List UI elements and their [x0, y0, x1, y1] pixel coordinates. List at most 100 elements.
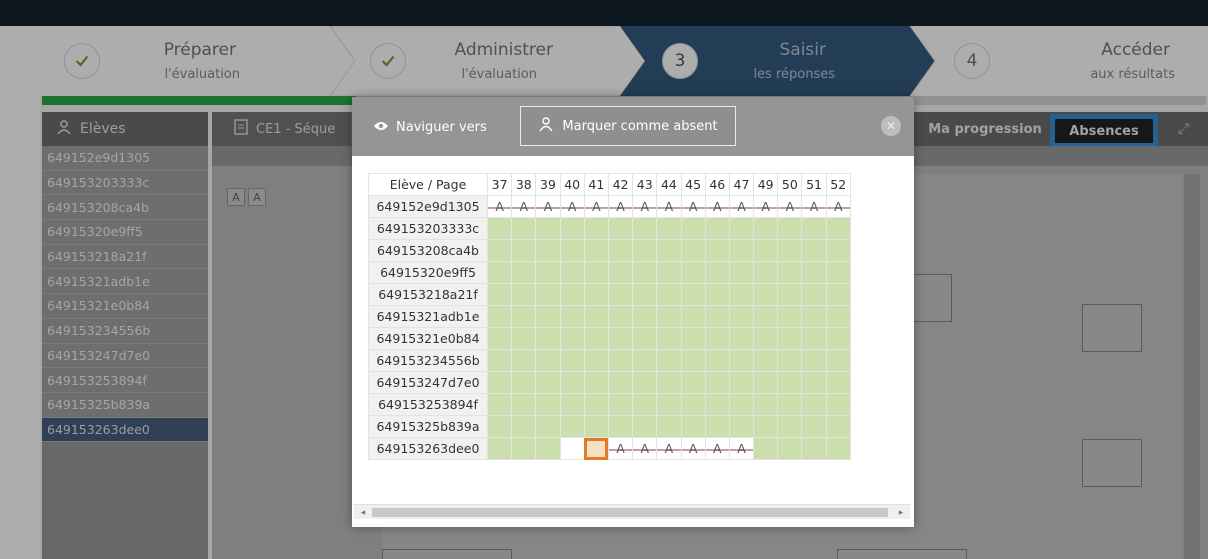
- grid-cell-present[interactable]: [632, 415, 658, 438]
- grid-cell-present[interactable]: [486, 327, 513, 350]
- grid-cell-present[interactable]: [486, 239, 513, 262]
- grid-cell-present[interactable]: [825, 217, 851, 240]
- grid-cell-present[interactable]: [753, 437, 779, 460]
- grid-cell-present[interactable]: [704, 305, 730, 328]
- grid-cell-absent[interactable]: A: [680, 195, 706, 218]
- grid-cell-present[interactable]: [753, 283, 779, 306]
- grid-cell-present[interactable]: [777, 349, 803, 372]
- grid-student-name[interactable]: 64915325b839a: [368, 415, 488, 438]
- grid-cell-absent[interactable]: A: [535, 195, 561, 218]
- grid-cell-present[interactable]: [511, 371, 537, 394]
- grid-student-name[interactable]: 64915320e9ff5: [368, 261, 488, 284]
- grid-cell-present[interactable]: [535, 437, 561, 460]
- grid-cell-present[interactable]: [583, 261, 609, 284]
- navigate-button[interactable]: Naviguer vers: [374, 115, 487, 139]
- grid-cell-absent[interactable]: A: [656, 437, 682, 460]
- grid-cell-present[interactable]: [607, 239, 634, 262]
- grid-cell-present[interactable]: [559, 239, 585, 262]
- grid-cell-present[interactable]: [583, 283, 609, 306]
- grid-cell-present[interactable]: [704, 261, 730, 284]
- grid-cell-present[interactable]: [607, 261, 634, 284]
- grid-cell-present[interactable]: [777, 261, 803, 284]
- grid-cell-absent[interactable]: A: [583, 195, 609, 218]
- grid-cell-present[interactable]: [777, 283, 803, 306]
- grid-cell-present[interactable]: [607, 283, 634, 306]
- grid-cell-present[interactable]: [680, 393, 706, 416]
- grid-cell-absent[interactable]: A: [607, 437, 634, 460]
- grid-cell-present[interactable]: [825, 349, 851, 372]
- grid-cell-selected[interactable]: [583, 437, 609, 460]
- grid-student-name[interactable]: 649153203333c: [368, 217, 488, 240]
- grid-cell-present[interactable]: [801, 415, 827, 438]
- grid-student-name[interactable]: 649153234556b: [368, 349, 488, 372]
- grid-cell-present[interactable]: [583, 305, 609, 328]
- grid-cell-present[interactable]: [511, 349, 537, 372]
- grid-cell-present[interactable]: [728, 217, 755, 240]
- grid-cell-present[interactable]: [535, 217, 561, 240]
- grid-cell-present[interactable]: [511, 217, 537, 240]
- grid-cell-present[interactable]: [680, 371, 706, 394]
- grid-cell-present[interactable]: [656, 327, 682, 350]
- grid-page-header[interactable]: 45: [680, 173, 706, 196]
- grid-page-header[interactable]: 39: [535, 173, 561, 196]
- grid-cell-present[interactable]: [728, 305, 755, 328]
- grid-cell-present[interactable]: [704, 283, 730, 306]
- grid-cell-present[interactable]: [777, 393, 803, 416]
- grid-page-header[interactable]: 37: [486, 173, 513, 196]
- grid-cell-present[interactable]: [704, 349, 730, 372]
- grid-cell-present[interactable]: [535, 261, 561, 284]
- grid-student-name[interactable]: 649153218a21f: [368, 283, 488, 306]
- scroll-right-icon[interactable]: ▸: [894, 505, 908, 520]
- grid-cell-present[interactable]: [535, 371, 561, 394]
- grid-cell-present[interactable]: [511, 393, 537, 416]
- grid-cell-present[interactable]: [511, 261, 537, 284]
- grid-student-name[interactable]: 649153208ca4b: [368, 239, 488, 262]
- grid-cell-present[interactable]: [486, 217, 513, 240]
- grid-cell-absent[interactable]: A: [632, 437, 658, 460]
- grid-cell-absent[interactable]: A: [607, 195, 634, 218]
- grid-cell-present[interactable]: [777, 327, 803, 350]
- grid-cell-present[interactable]: [753, 261, 779, 284]
- grid-cell-present[interactable]: [801, 283, 827, 306]
- grid-cell-present[interactable]: [680, 327, 706, 350]
- grid-cell-present[interactable]: [777, 371, 803, 394]
- grid-cell-present[interactable]: [680, 261, 706, 284]
- grid-cell-present[interactable]: [535, 415, 561, 438]
- grid-cell-present[interactable]: [511, 415, 537, 438]
- grid-cell-present[interactable]: [825, 261, 851, 284]
- grid-cell-present[interactable]: [511, 283, 537, 306]
- grid-cell-present[interactable]: [728, 415, 755, 438]
- grid-page-header[interactable]: 40: [559, 173, 585, 196]
- grid-cell-present[interactable]: [777, 217, 803, 240]
- grid-cell-present[interactable]: [535, 283, 561, 306]
- grid-cell-present[interactable]: [607, 415, 634, 438]
- grid-cell-present[interactable]: [511, 327, 537, 350]
- grid-cell-present[interactable]: [680, 415, 706, 438]
- grid-cell-absent[interactable]: A: [680, 437, 706, 460]
- grid-cell-absent[interactable]: A: [559, 195, 585, 218]
- grid-cell-present[interactable]: [680, 349, 706, 372]
- grid-cell-absent[interactable]: A: [728, 195, 755, 218]
- grid-page-header[interactable]: 38: [511, 173, 537, 196]
- grid-cell-present[interactable]: [801, 239, 827, 262]
- grid-cell-absent[interactable]: A: [656, 195, 682, 218]
- grid-cell-present[interactable]: [486, 371, 513, 394]
- grid-page-header[interactable]: 44: [656, 173, 682, 196]
- grid-cell-present[interactable]: [607, 305, 634, 328]
- grid-cell-present[interactable]: [511, 239, 537, 262]
- grid-cell-present[interactable]: [656, 415, 682, 438]
- grid-page-header[interactable]: 42: [607, 173, 634, 196]
- grid-cell-present[interactable]: [753, 305, 779, 328]
- grid-cell-present[interactable]: [728, 283, 755, 306]
- grid-cell-present[interactable]: [535, 349, 561, 372]
- grid-cell-absent[interactable]: A: [704, 437, 730, 460]
- grid-cell-present[interactable]: [511, 437, 537, 460]
- grid-cell-present[interactable]: [777, 305, 803, 328]
- grid-cell-present[interactable]: [801, 261, 827, 284]
- grid-cell-present[interactable]: [583, 217, 609, 240]
- grid-cell-present[interactable]: [825, 283, 851, 306]
- grid-cell-present[interactable]: [632, 305, 658, 328]
- grid-cell-present[interactable]: [583, 239, 609, 262]
- grid-cell-present[interactable]: [825, 371, 851, 394]
- grid-page-header[interactable]: 41: [583, 173, 609, 196]
